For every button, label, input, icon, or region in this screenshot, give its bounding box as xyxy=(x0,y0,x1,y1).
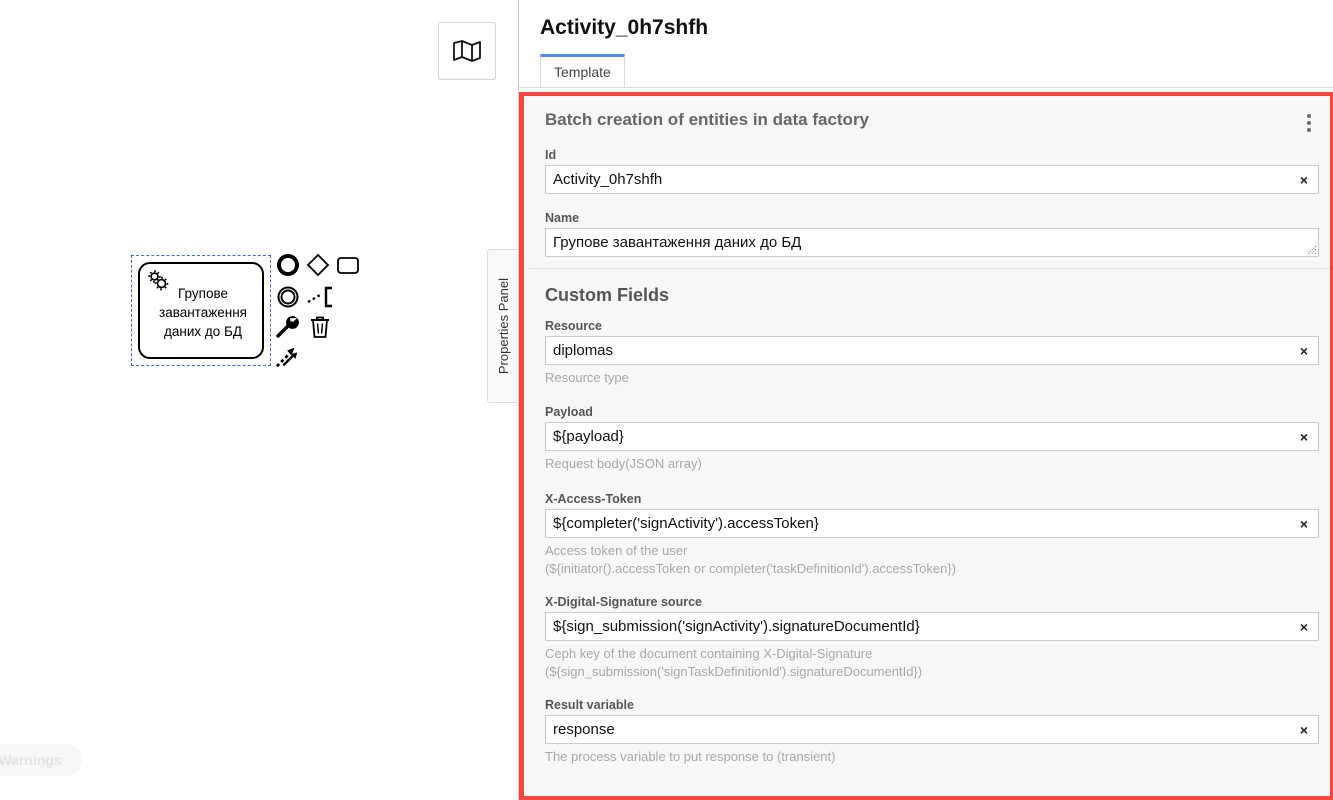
intermediate-event-circle-icon xyxy=(277,286,299,308)
result-variable-input[interactable]: response × xyxy=(545,715,1319,744)
payload-clear-button[interactable]: × xyxy=(1290,423,1318,450)
x-digital-signature-source-input[interactable]: ${sign_submission('signActivity').signat… xyxy=(545,612,1319,641)
context-pad-remove[interactable] xyxy=(307,314,333,340)
x-digital-signature-source-clear-button[interactable]: × xyxy=(1290,613,1318,640)
payload-input-value: ${payload} xyxy=(553,428,624,445)
x-access-token-clear-button[interactable]: × xyxy=(1290,510,1318,537)
properties-panel-tab[interactable]: Properties Panel xyxy=(487,249,519,403)
properties-panel: Activity_0h7shfh Template Batch creation… xyxy=(518,0,1333,800)
map-icon xyxy=(453,40,481,62)
field-payload: Payload ${payload} × Request body(JSON a… xyxy=(545,405,1319,473)
gateway-diamond-icon xyxy=(306,253,330,277)
field-x-digital-signature-source-label: X-Digital-Signature source xyxy=(545,595,702,609)
template-form: Batch creation of entities in data facto… xyxy=(529,100,1330,796)
result-variable-hint: The process variable to put response to … xyxy=(545,749,836,764)
context-pad-append-gateway[interactable] xyxy=(305,252,331,278)
field-id: Id Activity_0h7shfh × xyxy=(545,148,1319,194)
name-textarea[interactable]: Групове завантаження даних до БД xyxy=(545,228,1319,257)
kebab-menu-icon[interactable] xyxy=(1300,112,1318,134)
x-digital-signature-source-input-value: ${sign_submission('signActivity').signat… xyxy=(553,618,920,635)
result-variable-input-value: response xyxy=(553,721,615,738)
resource-clear-button[interactable]: × xyxy=(1290,337,1318,364)
warnings-pill[interactable]: Warnings xyxy=(0,744,82,776)
field-resource-label: Resource xyxy=(545,319,602,333)
field-name-label: Name xyxy=(545,211,580,225)
context-pad-connect[interactable] xyxy=(275,344,301,370)
tab-template[interactable]: Template xyxy=(540,54,625,87)
task-rectangle-icon xyxy=(337,257,359,274)
id-input-value: Activity_0h7shfh xyxy=(553,171,663,188)
connect-arrow-icon xyxy=(275,347,298,368)
field-payload-label: Payload xyxy=(545,405,593,419)
resize-grip-icon[interactable] xyxy=(1305,243,1317,255)
context-pad-append-task[interactable] xyxy=(335,252,361,278)
trash-icon xyxy=(311,316,329,338)
resource-input[interactable]: diplomas × xyxy=(545,336,1319,365)
x-access-token-input-value: ${completer('signActivity').accessToken} xyxy=(553,515,819,532)
payload-input[interactable]: ${payload} × xyxy=(545,422,1319,451)
tab-template-label: Template xyxy=(554,64,611,80)
custom-fields-title: Custom Fields xyxy=(545,285,670,305)
x-access-token-input[interactable]: ${completer('signActivity').accessToken}… xyxy=(545,509,1319,538)
name-textarea-value: Групове завантаження даних до БД xyxy=(553,234,802,251)
x-access-token-hint: Access token of the user (${initiator().… xyxy=(545,543,957,576)
id-clear-button[interactable]: × xyxy=(1290,166,1318,193)
field-result-variable-label: Result variable xyxy=(545,698,634,712)
task-label: Групове завантаження даних до БД xyxy=(159,286,247,339)
context-pad-change-type[interactable] xyxy=(275,314,301,340)
x-digital-signature-source-hint: Ceph key of the document containing X-Di… xyxy=(545,646,923,679)
wrench-icon xyxy=(276,316,299,338)
highlight-region: Batch creation of entities in data facto… xyxy=(519,92,1333,800)
field-x-access-token: X-Access-Token ${completer('signActivity… xyxy=(545,492,1319,577)
append-text-annotation-icon xyxy=(307,286,332,308)
app-root: Групове завантаження даних до БД Propert… xyxy=(0,0,1333,800)
context-pad-append-end-event[interactable] xyxy=(275,252,301,278)
field-name: Name Групове завантаження даних до БД xyxy=(545,211,1319,257)
context-pad[interactable] xyxy=(275,252,365,370)
field-result-variable: Result variable response × The process v… xyxy=(545,698,1319,766)
resource-hint: Resource type xyxy=(545,370,629,385)
bpmn-canvas[interactable]: Групове завантаження даних до БД Propert… xyxy=(0,0,519,800)
template-header: Batch creation of entities in data facto… xyxy=(545,110,870,129)
resource-input-value: diplomas xyxy=(553,342,614,359)
properties-panel-tab-label: Properties Panel xyxy=(496,277,511,375)
field-resource: Resource diplomas × Resource type xyxy=(545,319,1319,387)
minimap-toggle-button[interactable] xyxy=(438,22,496,80)
payload-hint: Request body(JSON array) xyxy=(545,456,702,471)
context-pad-append-intermediate-event[interactable] xyxy=(275,284,301,310)
end-event-circle-icon xyxy=(277,254,299,276)
page-title: Activity_0h7shfh xyxy=(540,16,709,39)
field-id-label: Id xyxy=(545,148,557,162)
section-divider xyxy=(529,268,1330,269)
warnings-label: Warnings xyxy=(0,752,62,768)
bpmn-service-task[interactable]: Групове завантаження даних до БД xyxy=(138,262,264,359)
result-variable-clear-button[interactable]: × xyxy=(1290,716,1318,743)
context-pad-append-text-annotation[interactable] xyxy=(305,284,339,310)
panel-tabbar: Template xyxy=(519,54,1333,88)
field-x-access-token-label: X-Access-Token xyxy=(545,492,642,506)
field-x-digital-signature-source: X-Digital-Signature source ${sign_submis… xyxy=(545,595,1319,680)
id-input[interactable]: Activity_0h7shfh × xyxy=(545,165,1319,194)
